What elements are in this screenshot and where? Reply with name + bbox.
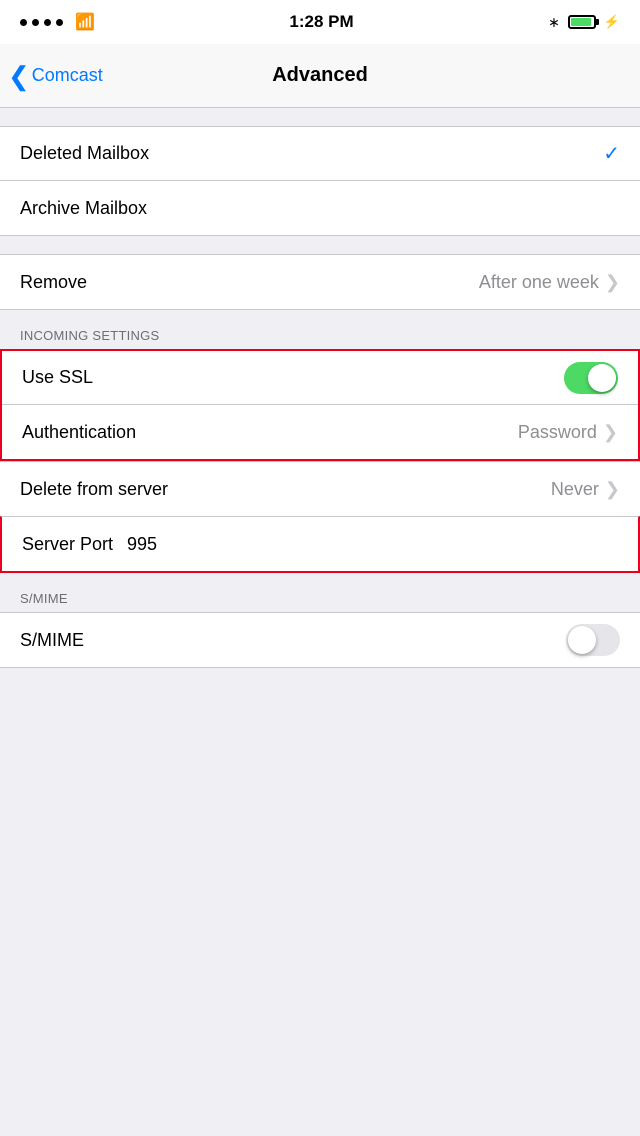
smime-row[interactable]: S/MIME	[0, 613, 640, 667]
wifi-icon: 📶	[75, 12, 95, 32]
remove-label: Remove	[20, 272, 87, 293]
delete-from-server-row[interactable]: Delete from server Never ❯	[0, 462, 640, 516]
spacer-top	[0, 108, 640, 126]
smime-header: S/MIME	[0, 573, 640, 612]
server-port-row[interactable]: Server Port 995	[2, 517, 638, 571]
signal-dots	[20, 19, 63, 26]
authentication-row[interactable]: Authentication Password ❯	[2, 405, 638, 459]
page-title: Advanced	[272, 64, 368, 87]
back-button[interactable]: ❮ Comcast	[8, 63, 103, 89]
archive-mailbox-label: Archive Mailbox	[20, 198, 147, 219]
back-chevron-icon: ❮	[8, 63, 30, 89]
remove-value: After one week ❯	[479, 272, 620, 293]
bluetooth-icon: ∗	[548, 14, 560, 31]
incoming-settings-group: Use SSL Authentication Password ❯	[0, 349, 640, 461]
deleted-mailbox-label: Deleted Mailbox	[20, 143, 149, 164]
deleted-messages-group: Remove After one week ❯	[0, 254, 640, 310]
checkmark-icon: ✓	[603, 141, 620, 166]
server-port-value: 995	[127, 534, 157, 555]
deleted-mailbox-row[interactable]: Deleted Mailbox ✓	[0, 127, 640, 181]
smime-label: S/MIME	[20, 630, 84, 651]
use-ssl-label: Use SSL	[22, 367, 93, 388]
spacer-deleted: DELETED MESSAGES	[0, 236, 640, 254]
authentication-label: Authentication	[22, 422, 136, 443]
smime-toggle-knob	[568, 626, 596, 654]
use-ssl-toggle[interactable]	[564, 362, 618, 394]
mailbox-group: Deleted Mailbox ✓ Archive Mailbox	[0, 126, 640, 236]
server-group: Delete from server Never ❯	[0, 461, 640, 516]
use-ssl-row[interactable]: Use SSL	[2, 351, 638, 405]
smime-group: S/MIME	[0, 612, 640, 668]
delete-from-server-label: Delete from server	[20, 479, 168, 500]
archive-mailbox-row[interactable]: Archive Mailbox	[0, 181, 640, 235]
server-port-label: Server Port	[22, 534, 113, 555]
authentication-value: Password ❯	[518, 422, 618, 443]
lightning-icon: ⚡	[604, 14, 620, 30]
delete-from-server-value: Never ❯	[551, 479, 620, 500]
remove-row[interactable]: Remove After one week ❯	[0, 255, 640, 309]
back-label: Comcast	[32, 65, 103, 86]
smime-toggle[interactable]	[566, 624, 620, 656]
toggle-knob	[588, 364, 616, 392]
server-port-group: Server Port 995	[0, 516, 640, 573]
battery-icon	[568, 15, 596, 29]
status-bar: 📶 1:28 PM ∗ ⚡	[0, 0, 640, 44]
nav-bar: ❮ Comcast Advanced	[0, 44, 640, 108]
server-chevron-icon: ❯	[605, 479, 620, 500]
auth-chevron-icon: ❯	[603, 422, 618, 443]
incoming-settings-header: INCOMING SETTINGS	[0, 310, 640, 349]
bottom-spacer	[0, 668, 640, 708]
status-time: 1:28 PM	[289, 12, 353, 32]
chevron-icon: ❯	[605, 272, 620, 293]
